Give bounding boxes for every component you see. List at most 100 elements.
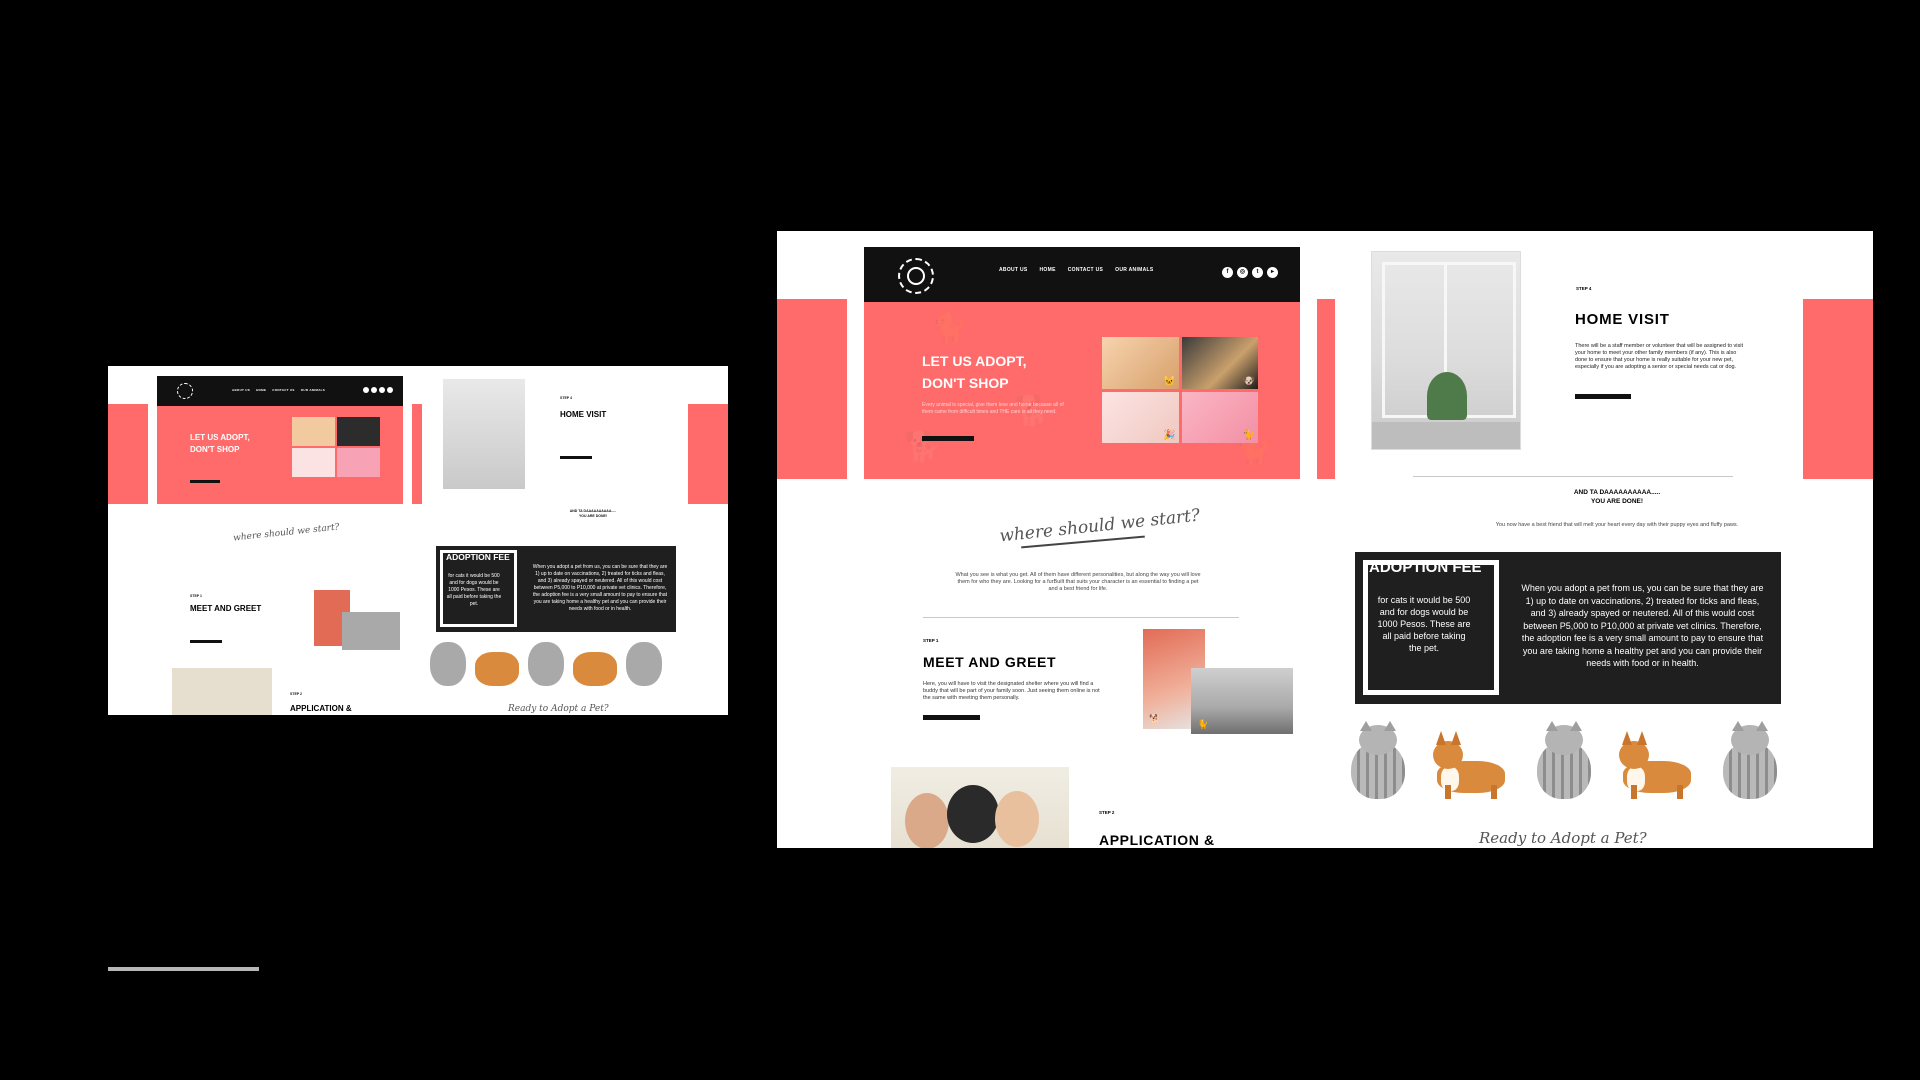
pets-illustration-row [1345, 711, 1805, 801]
small-nav-contact[interactable]: CONTACT US [272, 388, 294, 392]
small-photo-cat [292, 417, 335, 446]
small-instagram-icon[interactable] [371, 387, 377, 393]
photo-kitten: 🐈 [1181, 391, 1258, 443]
cat-illustration [1345, 721, 1409, 801]
small-home-visit-bar[interactable] [560, 456, 592, 459]
corgi-illustration [1431, 731, 1509, 801]
small-photo-dog [337, 417, 380, 446]
small-fee-left-text: for cats it would be 500 and for dogs wo… [446, 573, 502, 607]
hero-cta-bar[interactable] [922, 436, 974, 441]
small-pet-grid [292, 417, 380, 477]
corgi-illustration [1617, 731, 1695, 801]
window-plant-photo [1371, 251, 1521, 450]
small-cat-illustration [626, 642, 662, 686]
small-nav-about[interactable]: ABOUT US [232, 388, 250, 392]
nav-about-us[interactable]: ABOUT US [999, 267, 1028, 273]
small-hero-bar[interactable] [190, 480, 220, 483]
small-hero: LET US ADOPT, DON'T SHOP [157, 406, 403, 504]
side-band-left [777, 299, 847, 479]
adoption-fee-title: ADOPTION FEE [1369, 559, 1482, 576]
meet-greet-text: Here, you will have to visit the designa… [923, 681, 1100, 701]
small-preview-mockup: ABOUT US HOME CONTACT US OUR ANIMALS LET… [108, 366, 728, 715]
home-visit-title: HOME VISIT [1575, 311, 1670, 328]
step-2-label: STEP 2 [1099, 810, 1115, 815]
section-divider [1413, 476, 1733, 477]
small-app-title: APPLICATION & [290, 704, 352, 713]
small-cat-illustration [528, 642, 564, 686]
small-facebook-icon[interactable] [363, 387, 369, 393]
side-band-mid [412, 404, 422, 504]
facebook-icon[interactable]: f [1222, 267, 1233, 278]
hero-section: ABOUT US HOME CONTACT US OUR ANIMALS f ◎… [864, 247, 1300, 479]
side-band-right [1803, 299, 1873, 479]
pet-photo-grid: 🐱 🐶 🎉 🐈 [1102, 337, 1258, 443]
twitter-icon[interactable]: t [1252, 267, 1263, 278]
cat-illustration [1531, 721, 1595, 801]
small-logo[interactable] [177, 383, 193, 399]
small-where-heading: where should we start? [232, 522, 340, 544]
done-text: You now have a best friend that will mel… [1495, 522, 1739, 528]
hero-title: LET US ADOPT, DON'T SHOP [922, 353, 1027, 391]
meet-greet-title: MEET AND GREET [923, 654, 1057, 670]
where-text: What you see is what you get. All of the… [955, 572, 1201, 592]
hero-banner: 🐈 🐕 🐕 🐈 LET US ADOPT, DON'T SHOP Every a… [864, 302, 1300, 479]
heart-paw-logo[interactable] [898, 258, 934, 294]
instagram-icon[interactable]: ◎ [1237, 267, 1248, 278]
small-photo-couple [172, 668, 272, 715]
photo-cat-pose: 🐱 [1102, 337, 1179, 389]
small-window-photo [443, 379, 525, 489]
paw-watermark-icon: 🐈 [930, 311, 968, 344]
large-preview-mockup: ABOUT US HOME CONTACT US OUR ANIMALS f ◎… [777, 231, 1873, 848]
small-step4: STEP 4 [560, 396, 572, 400]
nav-bar: ABOUT US HOME CONTACT US OUR ANIMALS f ◎… [864, 247, 1300, 302]
side-band-right [688, 404, 728, 504]
small-meet-bar[interactable] [190, 640, 222, 643]
section-divider [923, 617, 1239, 618]
meet-greet-bar[interactable] [923, 715, 980, 720]
small-youtube-icon[interactable] [387, 387, 393, 393]
small-photo-party [292, 448, 335, 477]
small-nav-home[interactable]: HOME [256, 388, 266, 392]
cat-illustration [1717, 721, 1781, 801]
step-1-label: STEP 1 [923, 638, 939, 643]
youtube-icon[interactable]: ▸ [1267, 267, 1278, 278]
done-title: AND TA DAAAAAAAAAA..... YOU ARE DONE! [1573, 489, 1661, 505]
hero-text: Every animal is special, give them love … [922, 402, 1064, 415]
small-corgi-illustration [475, 652, 519, 686]
nav-contact-us[interactable]: CONTACT US [1068, 267, 1103, 273]
small-corgi-illustration [573, 652, 617, 686]
small-pets-row [430, 636, 690, 686]
small-step2: STEP 2 [290, 692, 302, 696]
fee-left-text: for cats it would be 500 and for dogs wo… [1377, 595, 1471, 653]
small-cat-illustration [430, 642, 466, 686]
adoption-fee-box: ADOPTION FEE for cats it would be 500 an… [1355, 552, 1781, 704]
slide-progress-bar [108, 967, 259, 971]
small-step1: STEP 1 [190, 594, 202, 598]
small-ready-heading: Ready to Adopt a Pet? [508, 704, 609, 714]
step-4-label: STEP 4 [1576, 286, 1592, 291]
small-hero-title: LET US ADOPT, DON'T SHOP [190, 433, 250, 454]
photo-couple-dog [891, 767, 1069, 848]
side-band-left [108, 404, 148, 504]
nav-home[interactable]: HOME [1040, 267, 1056, 273]
photo-man-cat: 🐈 [1191, 668, 1293, 734]
small-fee-right-text: When you adopt a pet from us, you can be… [532, 564, 668, 612]
small-home-visit-title: HOME VISIT [560, 410, 607, 419]
small-twitter-icon[interactable] [379, 387, 385, 393]
application-title: APPLICATION & [1099, 832, 1215, 848]
small-done-title: AND TA DAAAAAAAAAA..... YOU ARE DONE! [569, 509, 617, 518]
nav-our-animals[interactable]: OUR ANIMALS [1115, 267, 1153, 273]
photo-party-dog: 🎉 [1102, 391, 1179, 443]
small-photo-kitten [337, 448, 380, 477]
home-visit-text: There will be a staff member or voluntee… [1575, 343, 1744, 370]
small-nav-bar: ABOUT US HOME CONTACT US OUR ANIMALS [157, 376, 403, 406]
home-visit-bar[interactable] [1575, 394, 1631, 399]
small-fee-title: ADOPTION FEE [446, 552, 510, 562]
small-photo-meet-2 [342, 612, 400, 650]
small-nav-animals[interactable]: OUR ANIMALS [301, 388, 325, 392]
ready-to-adopt-heading: Ready to Adopt a Pet? [1479, 829, 1647, 847]
small-adoption-fee-box: ADOPTION FEE for cats it would be 500 an… [436, 546, 676, 632]
fee-right-text: When you adopt a pet from us, you can be… [1521, 583, 1764, 668]
small-meet-title: MEET AND GREET [190, 604, 262, 613]
photo-puppy: 🐶 [1181, 337, 1258, 389]
